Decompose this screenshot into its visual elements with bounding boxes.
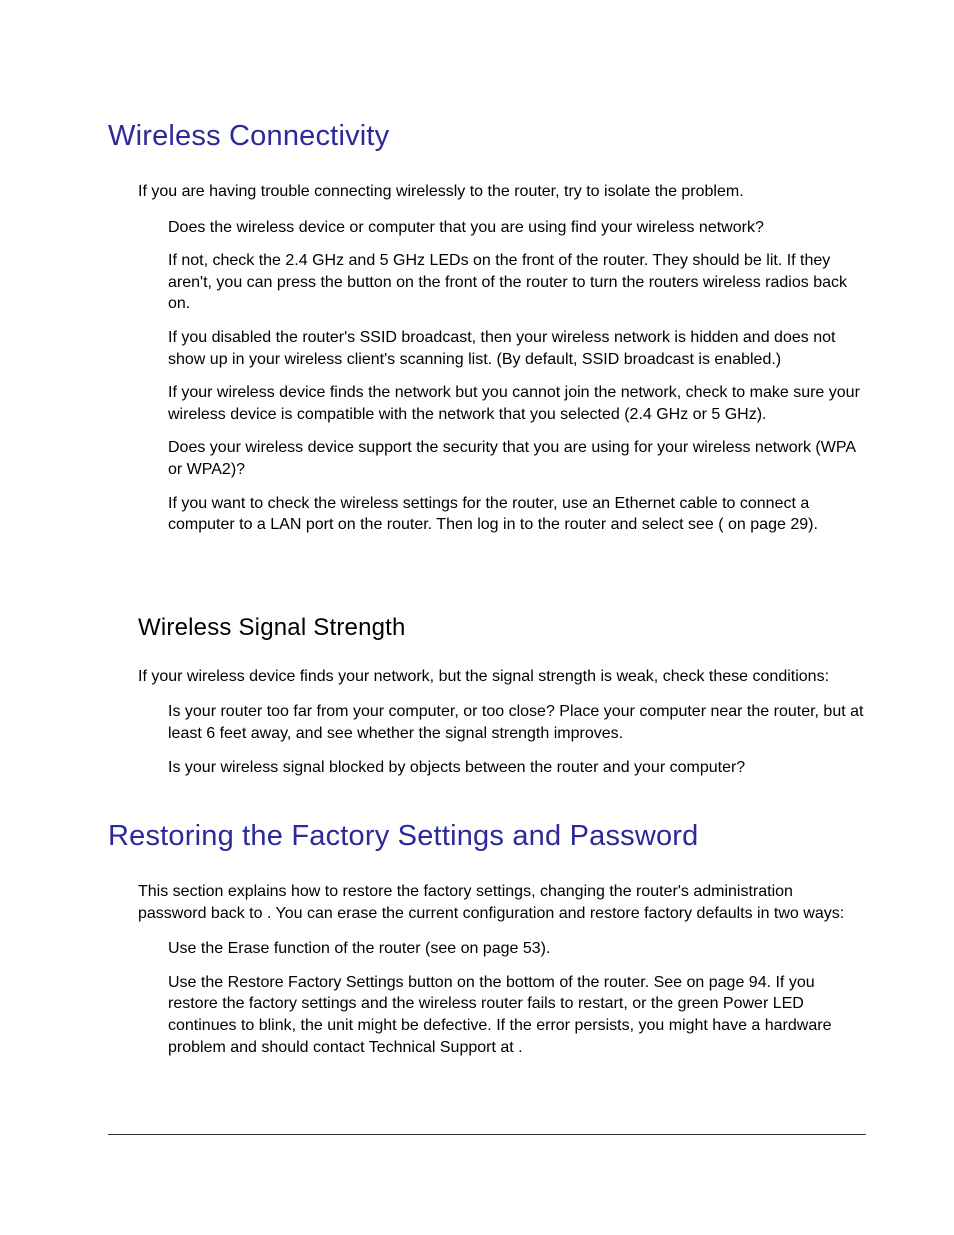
paragraph-bullet: Use the Restore Factory Settings button … (168, 972, 864, 1058)
heading-wireless-signal-strength: Wireless Signal Strength (138, 614, 864, 642)
paragraph-bullet: If not, check the 2.4 GHz and 5 GHz LEDs… (168, 250, 864, 315)
heading-restoring-factory-settings: Restoring the Factory Settings and Passw… (108, 820, 864, 853)
paragraph-bullet: If you want to check the wireless settin… (168, 493, 864, 536)
footer-divider (108, 1134, 866, 1135)
paragraph-bullet: Does your wireless device support the se… (168, 437, 864, 480)
heading-wireless-connectivity: Wireless Connectivity (108, 120, 864, 153)
paragraph-bullet: Is your router too far from your compute… (168, 701, 864, 744)
paragraph-bullet: If your wireless device finds the networ… (168, 382, 864, 425)
paragraph-intro-1: If you are having trouble connecting wir… (138, 181, 864, 203)
paragraph-bullet: If you disabled the router's SSID broadc… (168, 327, 864, 370)
paragraph-bullet: Does the wireless device or computer tha… (168, 217, 864, 239)
paragraph-intro-3: This section explains how to restore the… (138, 881, 864, 924)
paragraph-bullet: Is your wireless signal blocked by objec… (168, 757, 864, 779)
paragraph-intro-2: If your wireless device finds your netwo… (138, 666, 864, 688)
paragraph-bullet: Use the Erase function of the router (se… (168, 938, 864, 960)
